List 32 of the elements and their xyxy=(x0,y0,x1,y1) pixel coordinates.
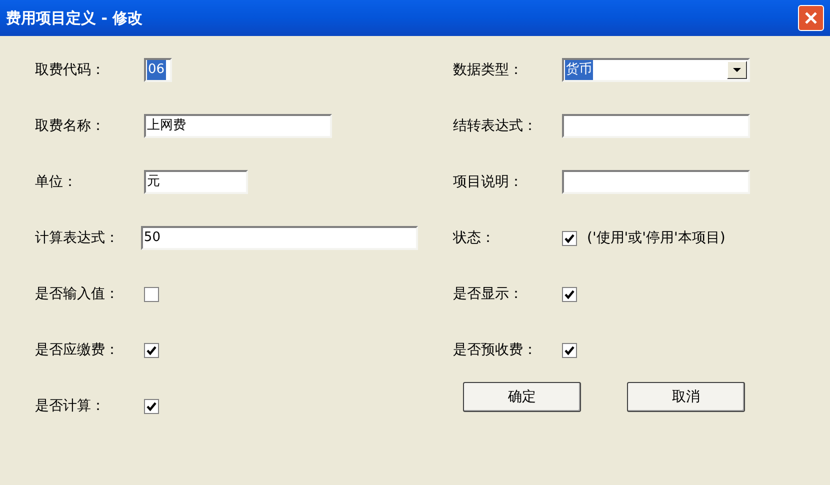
field-label: 结转表达式： xyxy=(453,116,538,136)
checkbox[interactable] xyxy=(562,342,577,358)
dialog-button[interactable]: 确定 xyxy=(463,382,581,412)
window-title: 费用项目定义 - 修改 xyxy=(6,8,143,29)
input-field[interactable]: 上网费 xyxy=(144,114,332,138)
field-label: 取费代码： xyxy=(35,60,106,80)
field-label: 状态： xyxy=(453,228,496,248)
field-label: 数据类型： xyxy=(453,60,524,80)
checkbox[interactable] xyxy=(144,398,159,414)
field-label: 取费名称： xyxy=(35,116,106,136)
field-label: 是否预收费： xyxy=(453,340,538,360)
field-label: 单位： xyxy=(35,172,78,192)
input-field[interactable]: 50 xyxy=(140,226,418,250)
input-field[interactable]: 06 xyxy=(144,58,172,82)
close-button[interactable] xyxy=(798,5,824,31)
checkbox[interactable] xyxy=(562,286,577,302)
checkbox[interactable] xyxy=(144,342,159,358)
field-label: 是否应缴费： xyxy=(35,340,120,360)
field-label: 是否输入值： xyxy=(35,284,120,304)
input-field[interactable] xyxy=(562,170,750,194)
input-field[interactable]: 元 xyxy=(144,170,248,194)
checkbox[interactable] xyxy=(562,230,577,246)
checkbox[interactable] xyxy=(144,286,159,302)
input-field[interactable] xyxy=(562,114,750,138)
status-hint: ('使用'或'停用'本项目) xyxy=(587,228,726,248)
dialog-button[interactable]: 取消 xyxy=(627,382,745,412)
close-icon xyxy=(804,11,818,25)
dropdown-field[interactable]: 货币 xyxy=(562,58,750,82)
field-label: 是否显示： xyxy=(453,284,524,304)
field-label: 项目说明： xyxy=(453,172,524,192)
field-label: 是否计算： xyxy=(35,396,106,416)
field-label: 计算表达式： xyxy=(35,228,120,248)
